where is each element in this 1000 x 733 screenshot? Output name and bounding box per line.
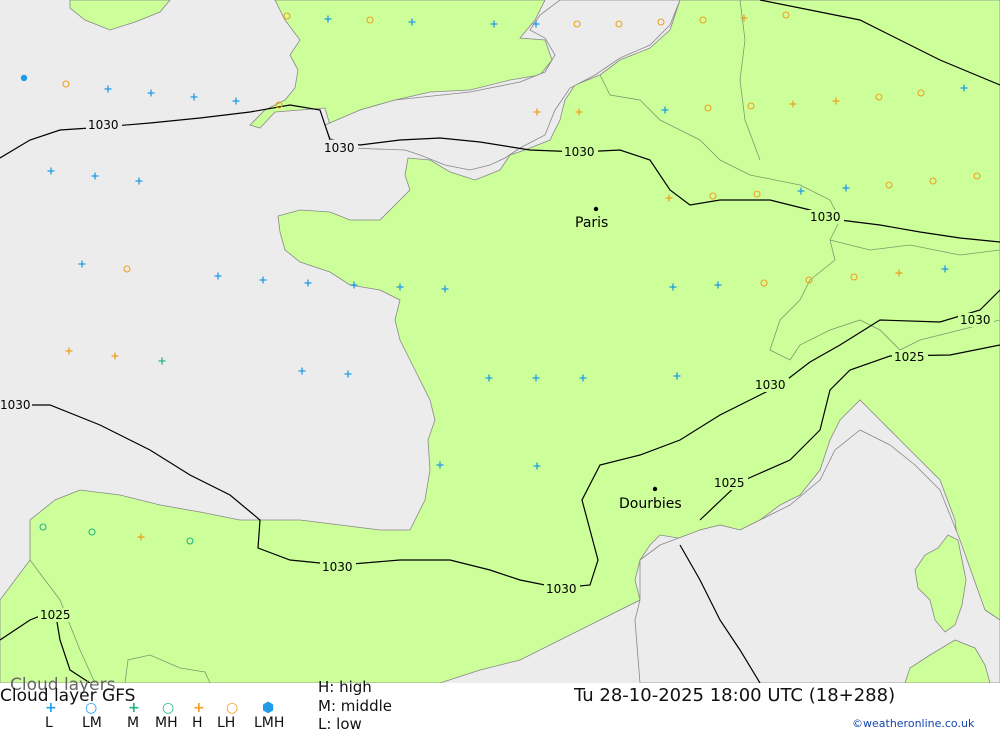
legend-symbol-m: + (128, 700, 140, 716)
legend-key-low: L: low (318, 715, 362, 733)
legend-label-h: H (192, 715, 203, 731)
place-label-dourbies: Dourbies (619, 496, 682, 512)
dourbies-marker (652, 486, 658, 492)
isobar-label: 1030 (0, 398, 31, 412)
place-label-paris: Paris (575, 215, 608, 231)
forecast-datetime: Tu 28-10-2025 18:00 UTC (18+288) (574, 685, 896, 706)
isobar-label: 1025 (894, 350, 925, 364)
legend-label-l: L (45, 715, 53, 731)
isobar-label: 1025 (714, 476, 745, 490)
legend-label-lh: LH (217, 715, 236, 731)
isobar-label: 1030 (810, 210, 841, 224)
isobar-label: 1030 (960, 313, 991, 327)
credit-link[interactable]: ©weatheronline.co.uk (852, 717, 974, 730)
low-middle-high-cloud-mark (20, 74, 28, 82)
legend-symbol-l: + (45, 700, 57, 716)
isobar-label: 1030 (88, 118, 119, 132)
legend-symbol-lh: ○ (226, 700, 239, 716)
legend-symbol-mh: ○ (162, 700, 175, 716)
legend-label-lm: LM (82, 715, 102, 731)
legend-symbol-lmh: ⬢ (262, 700, 275, 716)
isobar-label: 1030 (546, 582, 577, 596)
legend-key-middle: M: middle (318, 697, 392, 715)
legend-symbol-h: + (193, 700, 205, 716)
isobar-label: 1030 (755, 378, 786, 392)
legend-label-lmh: LMH (254, 715, 285, 731)
paris-marker (593, 206, 599, 212)
weather-map: 1030 1030 1030 1030 1030 1030 1030 1030 … (0, 0, 1000, 683)
isobar-label: 1025 (40, 608, 71, 622)
footer: Cloud layers Cloud layer GFS H: high M: … (0, 675, 1000, 733)
legend-symbol-lm: ○ (85, 700, 98, 716)
model-title: Cloud layer GFS (0, 686, 136, 706)
isobar-label: 1030 (322, 560, 353, 574)
isobar-label: 1030 (324, 141, 355, 155)
isobar-label: 1030 (564, 145, 595, 159)
legend-key-high: H: high (318, 678, 372, 696)
legend-label-mh: MH (155, 715, 178, 731)
legend-label-m: M (127, 715, 140, 731)
